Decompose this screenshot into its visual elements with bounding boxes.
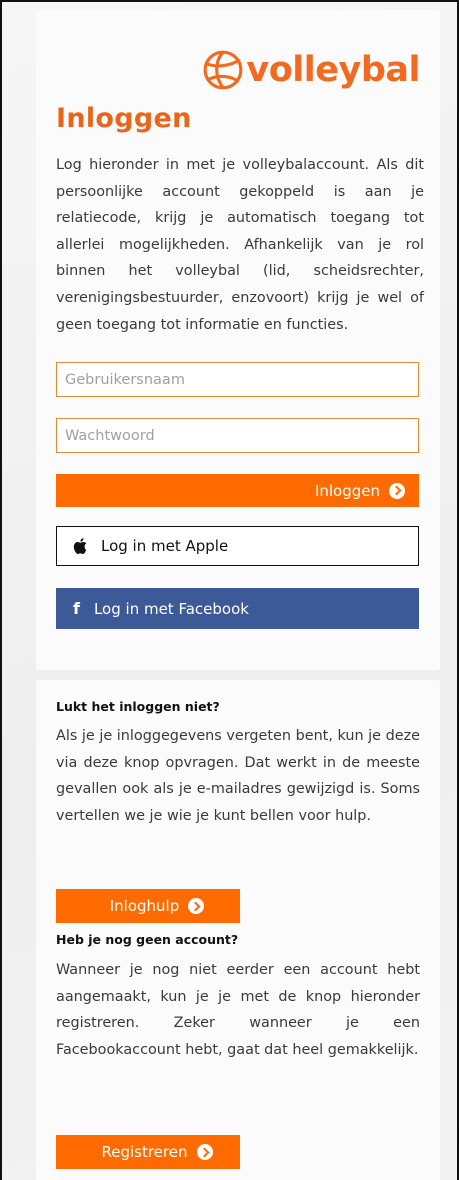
volleybal-logo[interactable]: volleybal <box>202 48 420 92</box>
apple-icon <box>73 538 87 554</box>
register-title: Heb je nog geen account? <box>56 932 239 947</box>
register-button[interactable]: Registreren <box>56 1135 240 1169</box>
apple-login-button[interactable]: Log in met Apple <box>56 526 419 566</box>
register-button-label: Registreren <box>101 1143 188 1161</box>
register-text: Wanneer je nog niet eerder een account h… <box>56 962 420 1058</box>
arrow-right-circle-icon <box>389 482 405 499</box>
facebook-login-button[interactable]: f Log in met Facebook <box>56 588 419 629</box>
password-input[interactable] <box>56 418 419 453</box>
arrow-right-circle-icon <box>188 898 205 914</box>
facebook-button-label: Log in met Facebook <box>93 599 249 618</box>
login-intro-text: Log hieronder in met je volleybalaccount… <box>56 157 424 333</box>
login-help-button-label: Inloghulp <box>109 897 180 915</box>
username-input[interactable] <box>56 362 419 397</box>
help-text: Als je je inloggegevens vergeten bent, k… <box>56 728 421 824</box>
facebook-icon: f <box>73 599 80 618</box>
arrow-right-circle-icon <box>196 1144 213 1160</box>
page-frame: volleybal Inloggen Log hieronder in met … <box>0 0 459 1180</box>
login-button[interactable]: Inloggen <box>56 474 419 507</box>
login-help-button[interactable]: Inloghulp <box>56 889 240 923</box>
page-title: Inloggen <box>56 103 192 134</box>
logo-text: volleybal <box>246 50 420 90</box>
login-button-label: Inloggen <box>314 481 380 500</box>
login-card: volleybal Inloggen Log hieronder in met … <box>36 10 440 670</box>
volleyball-icon <box>203 50 243 90</box>
apple-button-label: Log in met Apple <box>101 537 229 555</box>
help-title: Lukt het inloggen niet? <box>56 699 220 714</box>
